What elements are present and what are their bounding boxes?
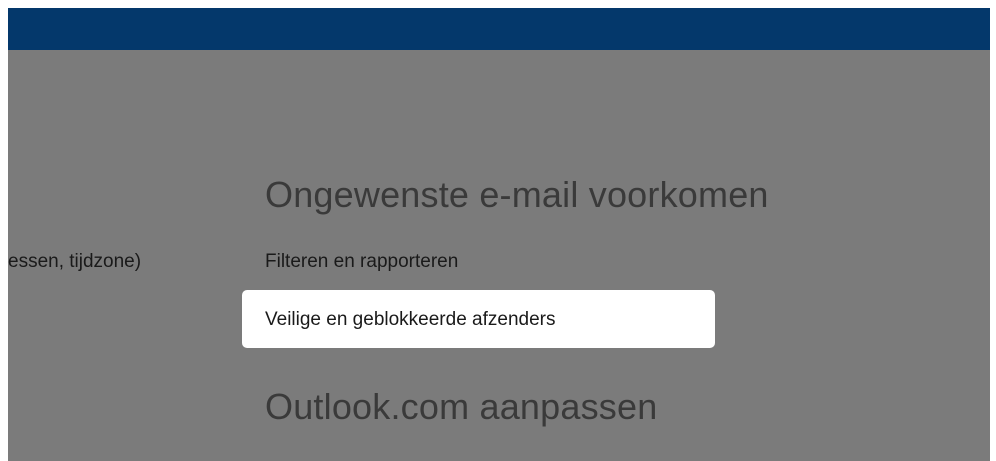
- filter-and-report-link[interactable]: Filteren en rapporteren: [265, 251, 458, 273]
- left-option-link-partial[interactable]: essen, tijdzone): [8, 251, 141, 273]
- options-panel: essen, tijdzone) Ongewenste e-mail voork…: [8, 50, 990, 461]
- safe-and-blocked-senders-link[interactable]: Veilige en geblokkeerde afzenders: [265, 309, 555, 331]
- top-navigation-bar: [8, 8, 990, 50]
- highlighted-option[interactable]: Veilige en geblokkeerde afzenders: [242, 290, 715, 348]
- section-title-junk-email: Ongewenste e-mail voorkomen: [265, 174, 769, 215]
- section-title-customize-outlook: Outlook.com aanpassen: [265, 386, 658, 427]
- screenshot-frame: essen, tijdzone) Ongewenste e-mail voork…: [0, 0, 996, 461]
